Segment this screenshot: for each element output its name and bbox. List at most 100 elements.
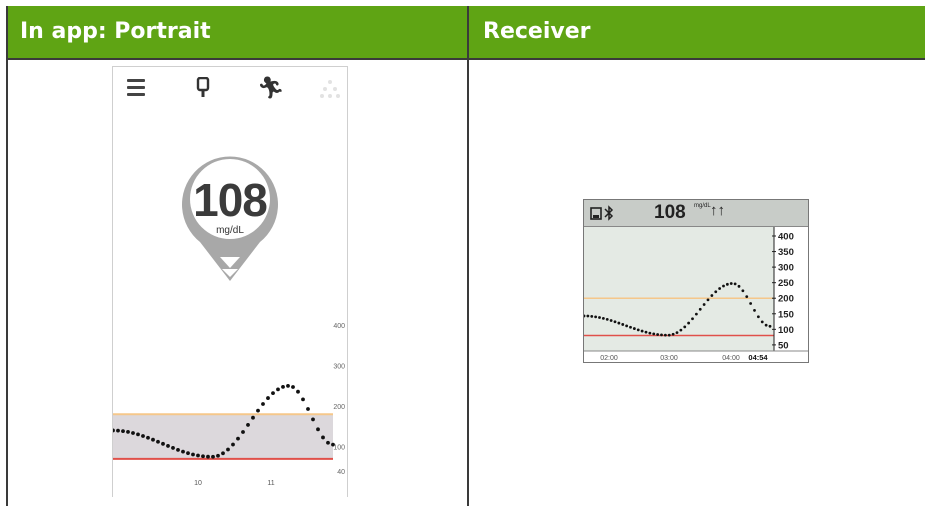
glucose-reading-dot [141,434,145,438]
glucose-reading-dot [594,315,598,319]
glucose-reading-dot [256,408,260,413]
glucose-reading-dot [644,330,648,334]
glucose-reading-dot [679,328,683,332]
glucose-reading-dot [605,317,609,321]
y-tick-label: 100 [333,445,345,452]
glucose-reading-dot [683,325,687,329]
glucose-reading-dot [706,298,710,302]
glucose-reading-dot [176,447,180,452]
double-up-arrow-icon: ↑↑ [710,202,725,219]
glucose-reading-dot [749,302,753,305]
glucose-reading-dot [764,323,768,327]
glucose-reading-dot [698,307,702,311]
bluetooth-icon [604,205,614,221]
glucose-reading-dot [281,384,285,389]
receiver-plot-area [584,227,774,351]
glucose-reading-dot [231,442,235,447]
y-tick-label: 400 [333,323,345,330]
glucose-reading-dot [648,331,652,335]
glucose-reading-dot [667,333,671,337]
glucose-reading-dot [590,314,594,318]
receiver-status-bar: 108 mg/dL ↑↑ [584,200,808,227]
glucose-reading-dot [286,383,290,388]
x-tick-label: 02:00 [600,355,618,362]
glucose-reading-dot [121,429,125,434]
glucose-reading-dot [671,332,675,336]
glucose-reading-dot [632,327,636,330]
glucose-reading-dot [161,441,165,446]
y-tick-label: 40 [337,469,345,476]
glucose-reading-dot [737,284,741,288]
glucose-reading-dot [625,324,629,328]
glucose-reading-dot [181,449,185,454]
glucose-reading-dot [714,290,718,294]
glucose-reading-dot [675,331,679,335]
receiver-glucose-value: 108 [654,202,686,223]
glucose-reading-dot [236,436,240,441]
glucose-reading-dot [171,446,175,450]
glucose-reading-dot [316,427,320,432]
glucose-reading-dot [221,451,225,456]
glucose-reading-dot [768,324,772,328]
glucose-reading-dot [636,328,640,332]
glucose-reading-dot [598,316,601,319]
glucose-reading-dot [663,333,667,337]
glucose-reading-dot [652,332,656,336]
x-tick-label: 03:00 [660,355,678,362]
glucose-reading-dot [621,323,625,326]
glucose-reading-dot [261,402,265,406]
menu-icon[interactable] [127,79,145,96]
glucose-reading-dot [211,454,215,459]
glucose-reading-dot [126,430,130,434]
glucose-reading-dot [246,423,250,427]
glucose-reading-dot [136,432,140,437]
glucose-value: 108 [193,174,268,226]
glucose-reading-dot [741,289,745,293]
receiver-screen: 108 mg/dL ↑↑ 400 350 300 250 200 150 100 50 02:0… [583,199,809,363]
glucose-reading-dot [601,316,605,320]
glucose-reading-dot [116,428,120,433]
app-glucose-chart: 400 300 200 100 40 10 11 [113,323,345,487]
glucose-reading-dot [733,282,737,286]
glucose-reading-dot [131,431,135,435]
glucose-reading-dot [311,417,315,422]
glucose-reading-dot [196,453,200,458]
y-tick-label: 300 [333,364,345,371]
x-tick-label: 10 [194,480,202,487]
app-portrait-screen: 🏃︎ 108 mg/dL 400 300 200 100 40 10 11 [112,66,348,497]
glucose-reading-dot [656,333,660,336]
glucose-reading-dot [156,439,160,444]
glucose-pin: 108 mg/dL [180,147,280,288]
glucose-reading-dot [613,320,617,324]
y-tick-label: 200 [778,294,794,305]
receiver-glucose-chart: 400 350 300 250 200 150 100 50 02:00 03:00 04:00 04… [584,227,808,362]
header-divider [6,58,925,60]
share-icon[interactable] [319,79,341,99]
glucose-reading-dot [291,385,295,389]
glucose-reading-dot [296,389,300,394]
y-tick-label: 200 [333,404,345,411]
table-divider [467,6,469,506]
activity-icon[interactable]: 🏃︎ [257,75,285,101]
glucose-unit: mg/dL [216,225,244,236]
y-tick-label: 400 [778,232,794,243]
glucose-reading-dot [629,325,632,329]
glucose-reading-dot [609,319,613,322]
glucose-reading-dot [710,294,714,297]
glucose-reading-dot [691,317,694,321]
glucose-reading-dot [206,454,210,459]
glucose-reading-dot [271,391,275,396]
y-tick-label: 100 [778,325,794,336]
sensor-icon[interactable] [196,77,210,101]
glucose-reading-dot [301,397,305,402]
y-tick-label: 250 [778,278,794,289]
glucose-reading-dot [729,282,733,285]
glucose-reading-dot [694,312,698,316]
receiver-glucose-unit: mg/dL [694,203,711,209]
glucose-reading-dot [186,451,190,456]
glucose-reading-dot [660,333,663,337]
glucose-reading-dot [321,435,325,440]
glucose-reading-dot [226,447,230,452]
glucose-reading-dot [201,454,205,459]
glucose-reading-dot [151,437,155,442]
